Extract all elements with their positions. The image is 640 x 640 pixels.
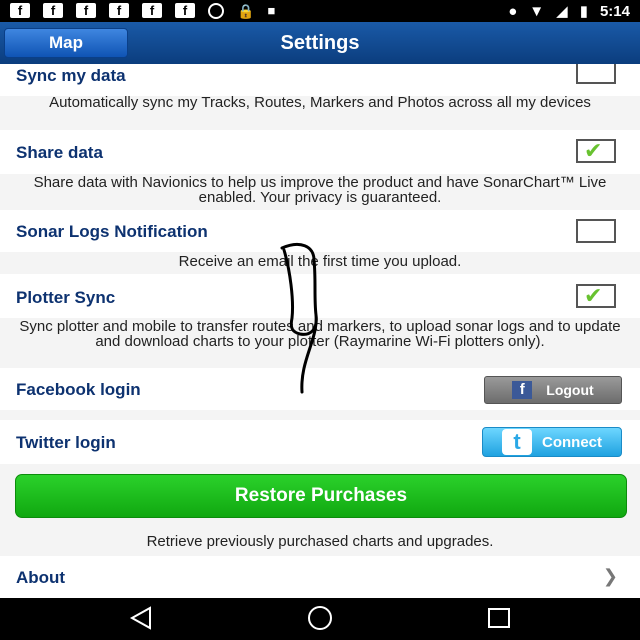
plotter-label: Plotter Sync	[16, 288, 116, 307]
share-row[interactable]: Share data ✔	[0, 130, 640, 174]
android-navigation-bar	[0, 598, 640, 640]
sonar-checkbox[interactable]	[576, 219, 616, 243]
facebook-notification-icon: f	[10, 3, 30, 18]
about-row[interactable]: About ❯	[0, 556, 640, 598]
chevron-right-icon: ❯	[602, 566, 618, 587]
restore-purchases-button[interactable]: Restore Purchases	[15, 474, 627, 518]
twitter-connect-button[interactable]: t Connect	[482, 427, 622, 457]
facebook-row: Facebook login f Logout	[0, 368, 640, 410]
restore-description: Retrieve previously purchased charts and…	[146, 533, 494, 550]
checkmark-icon: ✔	[584, 284, 603, 309]
location-icon: ●	[508, 2, 518, 20]
facebook-icon: f	[512, 381, 533, 399]
sync-label: Sync my data	[16, 66, 126, 85]
lock-notification-icon: 🔒	[237, 3, 255, 19]
notification-icons: f f f f f f 🔒 ■	[10, 3, 275, 20]
twitter-icon: t	[502, 429, 532, 455]
wifi-icon: ▼	[529, 2, 545, 20]
recent-apps-icon[interactable]	[486, 606, 512, 630]
back-icon[interactable]	[128, 606, 154, 630]
facebook-button-label: Logout	[546, 382, 594, 398]
page-title: Settings	[280, 32, 360, 54]
checkmark-icon: ✔	[584, 139, 603, 164]
twitter-button-label: Connect	[542, 433, 602, 451]
facebook-notification-icon: f	[43, 3, 63, 18]
plotter-description: Sync plotter and mobile to transfer rout…	[19, 318, 621, 350]
plotter-checkbox[interactable]: ✔	[576, 284, 616, 308]
sync-checkbox[interactable]	[576, 64, 616, 84]
facebook-logout-button[interactable]: f Logout	[484, 376, 622, 404]
facebook-label: Facebook login	[16, 380, 141, 399]
facebook-notification-icon: f	[76, 3, 96, 18]
status-bar: f f f f f f 🔒 ■ ● ▼ ◢ ▮ 5:14	[0, 0, 640, 22]
system-status-icons: ● ▼ ◢ ▮ 5:14	[508, 2, 630, 21]
twitter-row: Twitter login t Connect	[0, 420, 640, 464]
facebook-notification-icon: f	[142, 3, 162, 18]
share-label: Share data	[16, 143, 103, 162]
share-description: Share data with Navionics to help us imp…	[33, 174, 607, 206]
about-label: About	[16, 568, 66, 587]
signal-icon: ◢	[556, 3, 568, 20]
navigation-bar: Map Settings	[0, 22, 640, 64]
sync-notification-icon	[208, 3, 224, 19]
facebook-notification-icon: f	[109, 3, 129, 18]
sync-row[interactable]: Sync my data	[0, 64, 640, 96]
sonar-description: Receive an email the first time you uplo…	[178, 253, 462, 270]
settings-list[interactable]: Sync my data Automatically sync my Track…	[0, 64, 640, 598]
clock: 5:14	[599, 2, 630, 20]
share-checkbox[interactable]: ✔	[576, 139, 616, 163]
facebook-notification-icon: f	[175, 3, 195, 18]
battery-icon: ▮	[579, 3, 588, 20]
sync-description: Automatically sync my Tracks, Routes, Ma…	[49, 94, 591, 111]
plotter-row[interactable]: Plotter Sync ✔	[0, 274, 640, 318]
home-icon[interactable]	[305, 606, 335, 630]
android-notification-icon: ■	[267, 3, 276, 18]
twitter-label: Twitter login	[16, 433, 116, 452]
sonar-label: Sonar Logs Notification	[16, 222, 208, 241]
sonar-row[interactable]: Sonar Logs Notification	[0, 210, 640, 252]
